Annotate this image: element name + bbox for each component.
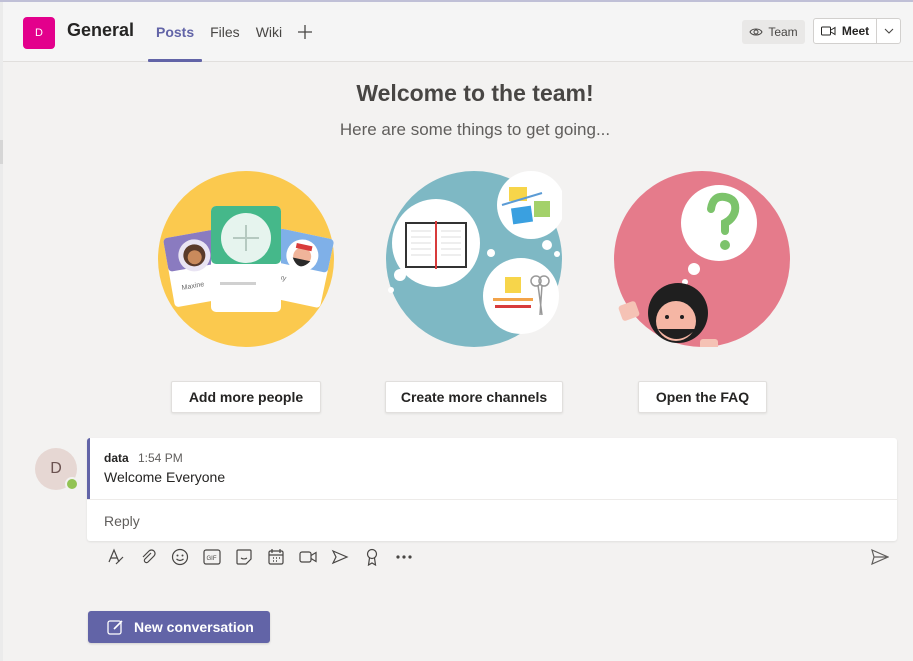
tab-wiki[interactable]: Wiki <box>248 2 290 62</box>
welcome-title: Welcome to the team! <box>356 80 594 106</box>
eye-icon <box>749 28 763 36</box>
channel-header: D General Posts Files Wiki Team Meet <box>3 2 913 62</box>
compose-icon <box>107 619 123 635</box>
meet-button[interactable]: Meet <box>814 19 877 43</box>
stream-icon[interactable] <box>324 546 356 568</box>
channel-title: General <box>67 20 135 40</box>
tab-posts[interactable]: Posts <box>148 2 203 62</box>
open-faq-button[interactable]: Open the FAQ <box>638 381 767 413</box>
message-accent-bar <box>87 438 90 499</box>
sticker-icon[interactable] <box>228 546 260 568</box>
welcome-subtitle: Here are some things to get going... <box>339 120 611 139</box>
add-more-people-button[interactable]: Add more people <box>171 381 321 413</box>
team-view-button[interactable]: Team <box>742 20 805 44</box>
message-timestamp: 1:54 PM <box>138 451 183 465</box>
attach-icon[interactable] <box>132 546 164 568</box>
left-rail-notch <box>0 140 3 164</box>
message-divider <box>87 499 897 500</box>
schedule-meeting-icon[interactable] <box>260 546 292 568</box>
tab-files[interactable]: Files <box>202 2 248 62</box>
more-options-icon[interactable] <box>388 546 420 568</box>
new-conversation-button[interactable]: New conversation <box>88 611 270 643</box>
create-channels-illustration <box>386 171 565 347</box>
format-icon[interactable] <box>100 546 132 568</box>
gif-icon[interactable]: GIF <box>196 546 228 568</box>
meet-now-icon[interactable] <box>292 546 324 568</box>
add-people-illustration: Maxine ky <box>158 171 334 347</box>
meet-options-button[interactable] <box>877 19 900 43</box>
emoji-icon[interactable] <box>164 546 196 568</box>
chevron-down-icon <box>884 28 893 34</box>
meet-button-label: Meet <box>841 24 870 38</box>
new-conversation-label: New conversation <box>134 619 254 635</box>
faq-illustration <box>614 171 790 353</box>
create-more-channels-button[interactable]: Create more channels <box>385 381 563 413</box>
message-card: data 1:54 PM Welcome Everyone Reply <box>87 438 897 541</box>
message-author[interactable]: data <box>104 451 129 465</box>
presence-available-icon <box>65 477 79 491</box>
video-camera-icon <box>820 26 836 36</box>
meet-button-group: Meet <box>813 18 901 44</box>
send-icon[interactable] <box>868 546 892 568</box>
reply-button[interactable]: Reply <box>104 513 140 529</box>
message-text: Welcome Everyone <box>104 469 226 485</box>
add-tab-button[interactable] <box>290 2 320 62</box>
praise-icon[interactable] <box>356 546 388 568</box>
svg-text:GIF: GIF <box>207 556 217 562</box>
plus-icon <box>298 25 313 39</box>
team-avatar[interactable]: D <box>23 17 55 49</box>
team-button-label: Team <box>768 25 798 39</box>
channel-tabs: Posts Files Wiki <box>148 2 320 62</box>
compose-toolbar: GIF <box>100 546 420 568</box>
